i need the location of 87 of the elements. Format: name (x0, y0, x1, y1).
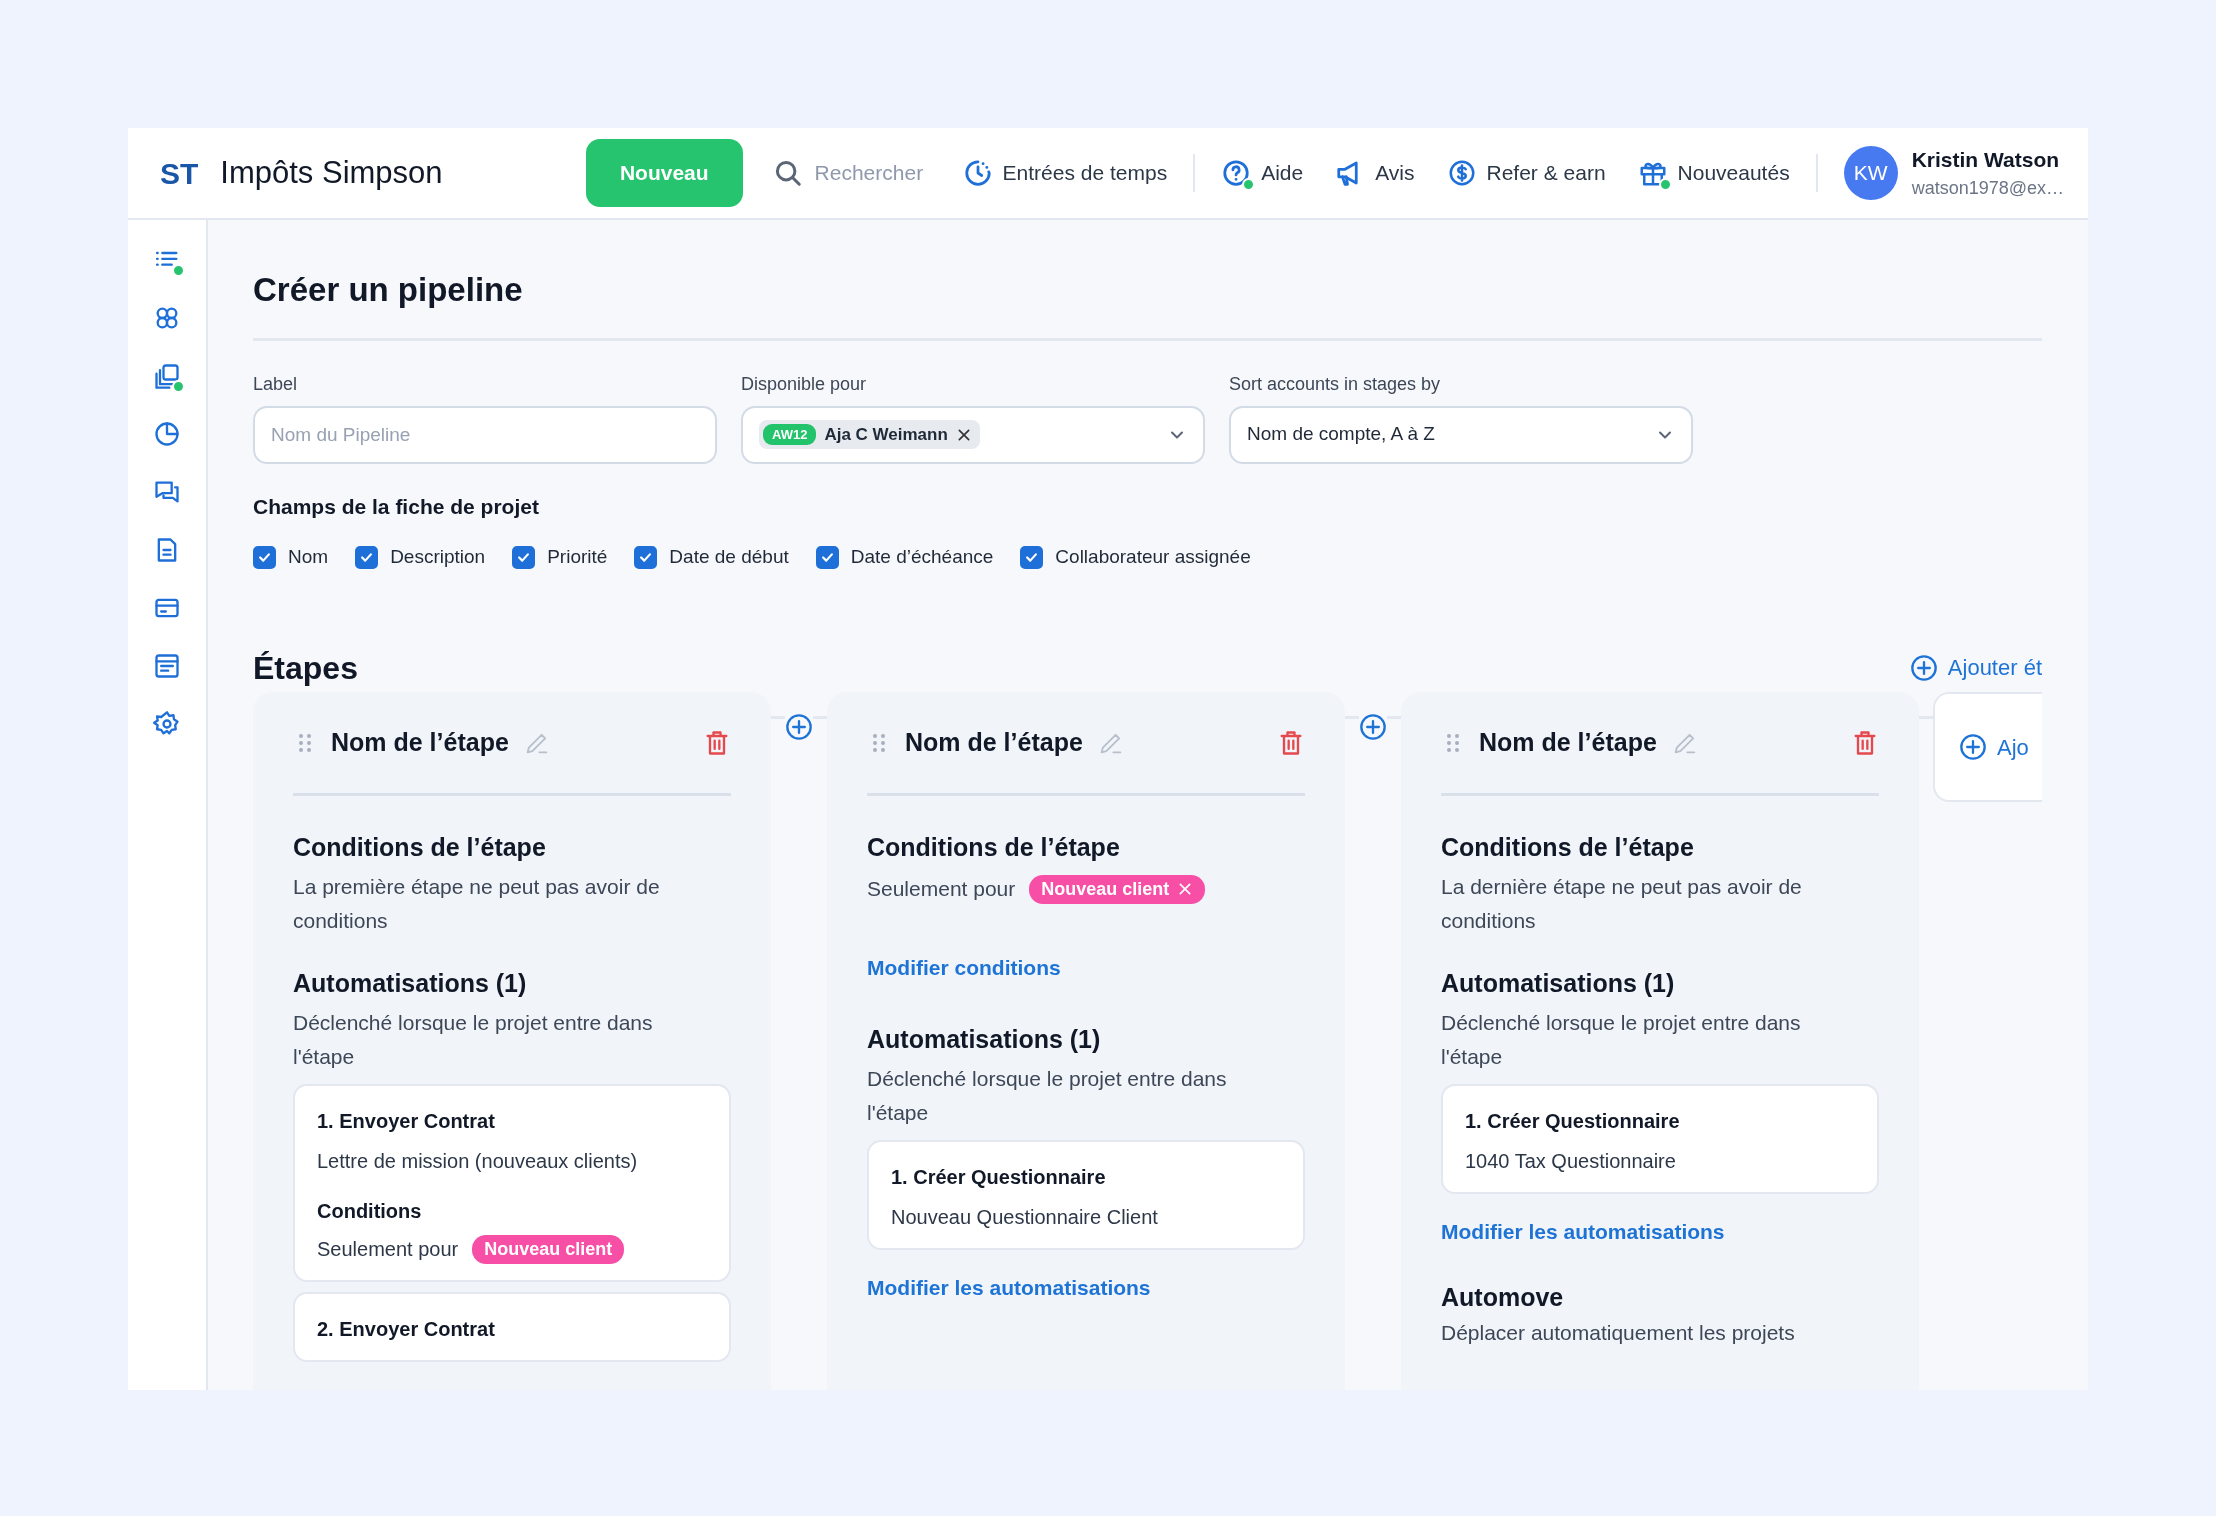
nav-link[interactable]: Aide (1221, 157, 1304, 189)
pie-chart-icon (153, 420, 181, 448)
stage-name: Nom de l’étape (905, 727, 1083, 759)
section-heading: Conditions de l’étape (1441, 832, 1695, 863)
input-field[interactable]: Nom du Pipeline (253, 405, 717, 464)
user-email: watson1978@ex… (1911, 177, 2064, 201)
automation-text: 1040 Tax Questionnaire (1465, 1149, 1677, 1175)
automation-title: 2. Envoyer Contrat (317, 1317, 496, 1343)
checkbox[interactable] (1020, 545, 1044, 569)
automation-text: Lettre de mission (nouveaux clients) (317, 1149, 639, 1175)
checkbox[interactable] (253, 545, 276, 569)
section-text: Déclenché lorsque le projet entre dans l'étape (1441, 1010, 1802, 1071)
plus-circle-icon (785, 713, 813, 742)
section-text: La première étape ne peut pas avoir de conditions (293, 874, 661, 935)
field-label: Label (253, 372, 299, 396)
section-text: Déclenché lorsque le projet entre dans l'étape (293, 1010, 654, 1071)
checkbox[interactable] (355, 545, 379, 569)
field-label: Disponible pour (741, 372, 868, 396)
section-heading: Conditions de l’étape (867, 832, 1121, 863)
section-heading: Conditions de l’étape (293, 832, 547, 863)
condition-text: Seulement pour (317, 1237, 459, 1263)
nav-link[interactable]: Entrées de temps (962, 157, 1168, 189)
notification-dot (1658, 178, 1672, 191)
automation-title: 1. Créer Questionnaire (891, 1164, 1107, 1190)
nav-link[interactable]: Avis (1335, 157, 1415, 189)
notification-dot (172, 380, 185, 393)
add-stage-button[interactable] (1359, 713, 1387, 742)
app-name: Impôts Simpson (220, 153, 443, 192)
section-heading: Champs de la fiche de projet (253, 493, 540, 519)
search-field[interactable]: Rechercher (814, 157, 935, 189)
select-field[interactable]: Nom de compte, A à Z (1229, 405, 1693, 464)
select-field[interactable]: AW12 Aja C Weimann (741, 405, 1205, 464)
tag-label: Nouveau client (484, 1237, 613, 1261)
tag-label: Nouveau client (1041, 877, 1170, 901)
section-heading: Automatisations (1) (867, 1023, 1102, 1054)
section-heading: Automatisations (1) (1441, 968, 1676, 999)
checkbox-label: Date d’échéance (850, 544, 994, 569)
page-title: Créer un pipeline (253, 270, 2042, 341)
automation-title: 1. Envoyer Contrat (317, 1109, 496, 1135)
edit-automations-link[interactable]: Modifier les automatisations (1441, 1220, 1725, 1244)
plus-circle-icon (1909, 653, 1938, 682)
plus-circle-icon (1959, 733, 1987, 762)
condition-text: Seulement pour (867, 876, 1016, 903)
user-name: Kristin Watson (1911, 146, 2061, 173)
section-heading: Étapes (253, 652, 358, 685)
edit-conditions-link[interactable]: Modifier conditions (867, 956, 1061, 980)
stage-name: Nom de l’étape (1479, 727, 1657, 759)
conditions-title: Conditions (317, 1199, 423, 1225)
app-logo: ST (160, 155, 199, 192)
avatar[interactable]: KW (1843, 146, 1898, 200)
stage-name: Nom de l’étape (331, 727, 509, 759)
section-heading: Automatisations (1) (293, 968, 528, 999)
settings-icon (153, 710, 181, 738)
checkbox-label: Date de début (669, 544, 789, 569)
checkbox-label: Collaborateur assignée (1055, 544, 1251, 569)
automation-title: 1. Créer Questionnaire (1465, 1109, 1681, 1135)
checkbox-label: Priorité (547, 544, 608, 569)
notification-dot (172, 264, 185, 277)
checkbox-label: Description (390, 544, 486, 569)
code-badge: AW12 (763, 423, 817, 446)
checkbox[interactable] (815, 545, 839, 569)
clock-icon (962, 158, 993, 188)
checkbox[interactable] (634, 545, 658, 569)
section-text: Déplacer automatiquement les projets (1441, 1319, 1796, 1346)
nav-link[interactable]: Refer & earn (1446, 157, 1606, 189)
chip-label: Aja C Weimann (824, 423, 948, 446)
section-text: La dernière étape ne peut pas avoir de conditions (1441, 874, 1803, 935)
plus-circle-icon (1359, 713, 1387, 742)
notification-dot (1242, 178, 1256, 191)
sidebar-item[interactable] (153, 420, 181, 448)
sidebar-item[interactable] (153, 710, 181, 738)
checkbox[interactable] (512, 545, 536, 569)
sidebar-item[interactable] (153, 652, 181, 680)
form-icon (153, 652, 181, 680)
add-stage-link[interactable]: Ajouter ét (1909, 651, 2042, 685)
edit-automations-link[interactable]: Modifier les automatisations (867, 1275, 1151, 1299)
add-stage-button[interactable] (785, 713, 813, 742)
section-text: Déclenché lorsque le projet entre dans l'étape (867, 1065, 1228, 1126)
sidebar-item[interactable] (153, 362, 181, 390)
nav-link[interactable]: Nouveautés (1637, 157, 1790, 189)
checkbox-label: Nom (288, 544, 329, 569)
copy-icon (153, 362, 181, 390)
add-stage-card[interactable]: Ajo (1933, 692, 2042, 803)
help-icon (1221, 158, 1252, 188)
section-heading: Automove (1441, 1281, 1565, 1312)
automation-text: Nouveau Questionnaire Client (891, 1204, 1159, 1230)
field-label: Sort accounts in stages by (1229, 372, 1442, 396)
